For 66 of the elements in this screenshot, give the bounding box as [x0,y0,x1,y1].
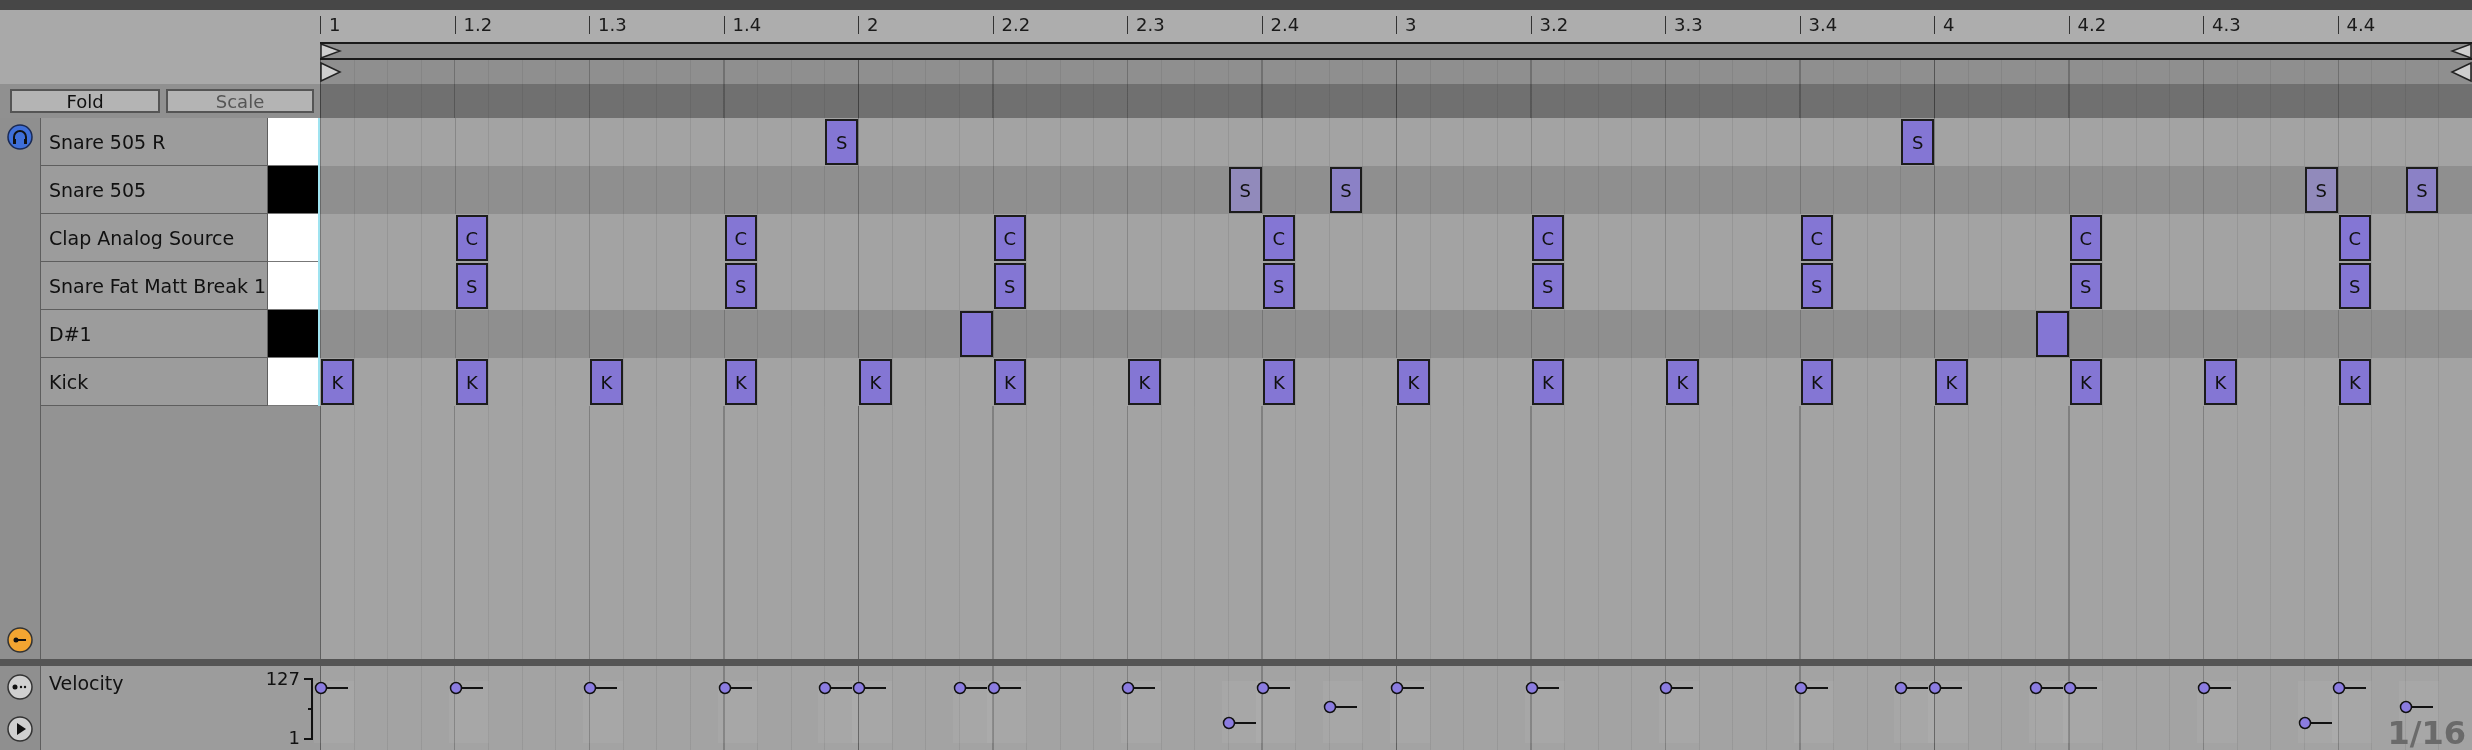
midi-note[interactable]: S [1531,263,1565,309]
midi-note[interactable]: K [2204,359,2237,405]
midi-note[interactable]: S [1800,263,1834,309]
midi-note[interactable]: K [724,359,758,405]
ruler-label: 2.3 [1127,16,1165,34]
drum-pad-name[interactable]: Kick [40,358,268,406]
midi-note[interactable]: S [1228,167,1262,213]
ruler-label: 3.2 [1530,16,1569,34]
midi-note[interactable]: K [2338,359,2372,405]
midi-note[interactable]: S [2405,167,2439,213]
ruler-label: 3.3 [1665,16,1703,34]
scale-button[interactable]: Scale [166,89,314,113]
ruler-label: 2 [858,16,879,34]
midi-note[interactable]: C [2069,215,2103,261]
midi-note[interactable]: K [1397,359,1430,405]
midi-note[interactable]: K [993,359,1027,405]
velocity-min-label: 1 [288,727,300,748]
ruler-label: 4.4 [2337,16,2376,34]
velocity-label: Velocity [49,672,124,694]
midi-note[interactable]: K [1531,359,1565,405]
midi-note[interactable]: S [2304,167,2338,213]
midi-note[interactable]: C [455,215,489,261]
drum-pad-name[interactable]: Snare 505 [40,166,268,214]
midi-note[interactable]: S [1262,263,1296,309]
velocity-max-label: 127 [265,668,300,689]
ruler-label: 1 [320,16,341,34]
midi-note[interactable]: S [455,263,489,309]
grid-resolution-label: 1/16 [2387,716,2466,750]
midi-note[interactable]: S [1901,119,1934,165]
ruler-label: 4.3 [2203,16,2241,34]
drum-pad-name[interactable]: D#1 [40,310,268,358]
midi-note[interactable]: C [1262,215,1296,261]
midi-note[interactable]: C [1800,215,1834,261]
midi-note[interactable]: K [1128,359,1161,405]
midi-note[interactable]: S [1329,167,1363,213]
midi-note[interactable]: K [590,359,623,405]
midi-note[interactable]: K [2069,359,2103,405]
ruler-label: 1.4 [723,16,762,34]
ruler-label: 3.4 [1799,16,1838,34]
drum-pad-name[interactable]: Clap Analog Source [40,214,268,262]
midi-note[interactable]: K [455,359,489,405]
drum-pad-name[interactable]: Snare Fat Matt Break 1 [40,262,268,310]
fold-button[interactable]: Fold [10,89,160,113]
ruler-label: 2.2 [992,16,1031,34]
midi-note[interactable]: K [1800,359,1834,405]
midi-note[interactable]: C [2338,215,2372,261]
midi-note[interactable]: S [2338,263,2372,309]
midi-note[interactable]: K [1935,359,1968,405]
ruler-label: 2.4 [1261,16,1300,34]
midi-note[interactable]: C [993,215,1027,261]
ruler-label: 3 [1396,16,1417,34]
drum-pad-name[interactable]: Snare 505 R [40,118,268,166]
midi-note[interactable]: S [2069,263,2103,309]
ruler-label: 4.2 [2068,16,2107,34]
midi-note[interactable]: C [724,215,758,261]
midi-note[interactable]: K [1666,359,1699,405]
midi-note[interactable]: K [859,359,892,405]
ruler-label: 1.2 [454,16,493,34]
midi-note[interactable]: S [825,119,858,165]
midi-note[interactable]: K [1262,359,1296,405]
ruler-label: 1.3 [589,16,627,34]
midi-note[interactable]: C [1531,215,1565,261]
ruler-label: 4 [1934,16,1955,34]
midi-note[interactable]: K [321,359,354,405]
midi-note[interactable]: S [724,263,758,309]
midi-note[interactable]: S [993,263,1027,309]
